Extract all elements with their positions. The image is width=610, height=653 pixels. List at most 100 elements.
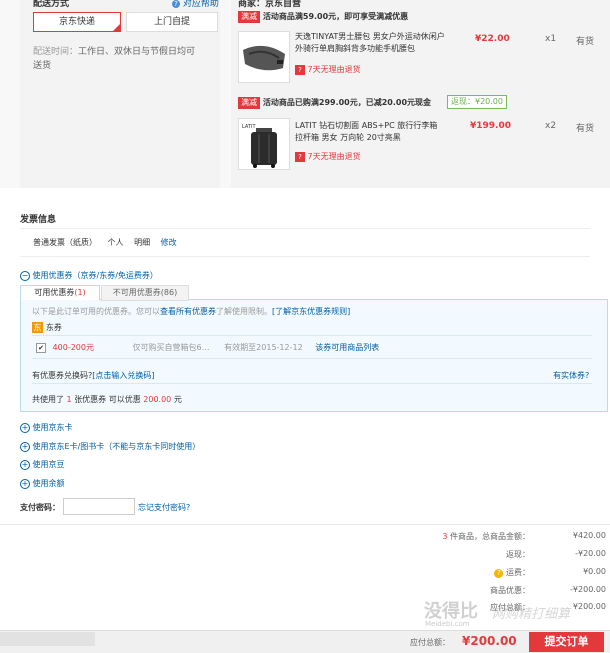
- product-2-stock: 有货: [576, 124, 595, 134]
- coupon-toggle-label: 使用优惠券（京券/东券/免运费券）: [32, 271, 158, 280]
- product-1-stock: 有货: [576, 37, 595, 47]
- tab-unusable-coupons[interactable]: 不可用优惠券(86): [101, 285, 189, 301]
- help-icon: ?: [172, 0, 180, 8]
- coupon-hint-mid: 了解使用限制。: [216, 307, 272, 316]
- invoice-detail: 明细: [134, 238, 151, 247]
- plus-icon: +: [20, 478, 30, 489]
- coupon-value: 400-200元: [52, 343, 94, 352]
- product-2-brand: LATIT: [242, 124, 256, 130]
- discount-value: -¥200.00: [570, 585, 606, 594]
- invoice-row: 普通发票（纸质） 个人 明细 修改: [33, 237, 177, 248]
- coupon-hint-prefix: 以下是此订单可用的优惠券。您可以: [32, 307, 160, 316]
- product-2-name[interactable]: LATIT 钻石切割面 ABS+PC 旅行行李箱 拉杆箱 男女 万向轮 20寸亮…: [295, 120, 445, 144]
- coupon-expiry: 有效期至2015-12-12: [224, 343, 303, 352]
- coupon-row-divider: [32, 383, 592, 384]
- bottom-due-label: 应付总额：: [410, 638, 450, 647]
- help-link-label: 对应帮助: [182, 0, 219, 9]
- plus-icon: +: [20, 422, 30, 433]
- promo-1-text: 活动商品满59.00元，即可享受满减优惠: [262, 12, 409, 21]
- freight-value: ¥0.00: [583, 567, 606, 576]
- coupon-products-link[interactable]: 该券可用商品列表: [315, 343, 379, 352]
- invoice-title: 发票信息: [20, 215, 57, 225]
- summary-b: 张优惠券 可以优惠: [74, 395, 141, 404]
- promo-2-saved: 返现：¥20.00: [447, 95, 507, 109]
- coupon-item[interactable]: ✔ 400-200元 仅可购买自营箱包6… 有效期至2015-12-12 该券可…: [36, 342, 379, 353]
- physical-coupon-link[interactable]: 有实体券?: [553, 370, 589, 381]
- goods-total-label-text: 件商品，总商品金额：: [450, 532, 530, 541]
- view-all-coupons-link[interactable]: 查看所有优惠券: [160, 307, 216, 316]
- use-jd-card[interactable]: + 使用京东卡: [20, 422, 73, 433]
- plus-icon: +: [20, 459, 30, 470]
- invoice-edit-link[interactable]: 修改: [161, 238, 177, 247]
- help-icon[interactable]: ?: [494, 569, 504, 578]
- use-jd-card-label: 使用京东卡: [32, 423, 73, 432]
- shipping-title: 配送方式: [33, 0, 70, 9]
- use-balance[interactable]: + 使用余额: [20, 478, 65, 489]
- dong-badge-icon: 东: [32, 322, 43, 333]
- shipping-help-link[interactable]: ? 对应帮助: [172, 0, 219, 9]
- coupon-toggle[interactable]: − 使用优惠券（京券/东券/免运费券）: [20, 270, 158, 281]
- plus-icon: +: [20, 441, 30, 452]
- use-balance-label: 使用余额: [32, 479, 65, 488]
- bottom-due-value: ¥200.00: [462, 634, 517, 648]
- tab-usable-coupons[interactable]: 可用优惠券(1): [20, 285, 100, 301]
- summary-count: 1: [66, 395, 72, 404]
- returns-icon: ?: [295, 152, 305, 162]
- discount-label: 商品优惠：: [490, 586, 530, 595]
- promo-2: 满减 活动商品已购满299.00元，已减20.00元现金: [238, 97, 431, 109]
- product-2-returns-text: 7天无理由退货: [307, 152, 361, 161]
- returns-icon: ?: [295, 65, 305, 75]
- product-1-qty: x1: [545, 34, 557, 44]
- coupon-summary: 共使用了 1 张优惠券 可以优惠 200.00 元: [32, 394, 182, 405]
- dong-coupon-header: 东 东券: [32, 322, 62, 333]
- coupon-desc: 仅可购买自营箱包6…: [132, 343, 210, 352]
- totals-divider: [0, 524, 610, 525]
- redeem-prefix: 有优惠券兑换码?: [32, 371, 93, 380]
- tab-usable-count: (1): [74, 288, 86, 297]
- shipping-option-jd-label: 京东快递: [58, 17, 95, 27]
- invoice-divider: [20, 228, 590, 229]
- dong-label: 东券: [45, 323, 62, 332]
- shipping-time: 配送时间：工作日、双休日与节假日均可送货: [33, 45, 203, 73]
- redeem-code-row: 有优惠券兑换码?[点击输入兑换码]: [32, 370, 155, 381]
- summary-c: 元: [173, 395, 182, 404]
- use-ecard[interactable]: + 使用京东E卡/图书卡（不能与京东卡同时使用）: [20, 441, 200, 452]
- minus-icon: −: [20, 270, 30, 281]
- pay-password-label: 支付密码：: [20, 503, 60, 512]
- product-1-image[interactable]: [238, 31, 290, 83]
- coupon-hint: 以下是此订单可用的优惠券。您可以查看所有优惠券了解使用限制。[了解京东优惠券规则…: [32, 306, 350, 317]
- use-ecard-label: 使用京东E卡/图书卡（不能与京东卡同时使用）: [32, 442, 201, 451]
- use-jd-beans[interactable]: + 使用京豆: [20, 459, 65, 470]
- shipping-option-self-label: 上门自提: [153, 17, 190, 27]
- pay-password-input[interactable]: [63, 498, 135, 515]
- product-2-image[interactable]: LATIT: [238, 118, 290, 170]
- product-2-price: ¥199.00: [470, 121, 511, 131]
- forgot-password-link[interactable]: 忘记支付密码?: [138, 502, 190, 513]
- promo-2-tag: 满减: [238, 97, 260, 109]
- summary-amount: 200.00: [143, 395, 172, 404]
- coupon-divider: [20, 256, 590, 257]
- store-header: 商家：京东自营: [238, 0, 302, 9]
- product-2-qty: x2: [545, 121, 557, 131]
- product-1-name[interactable]: 天逸TINYAT男士腰包 男女户外运动休闲户外骑行单肩胸斜背多功能手机腰包: [295, 31, 445, 55]
- product-1-price: ¥22.00: [475, 34, 510, 44]
- freight-label: ? 运费：: [440, 567, 530, 578]
- waist-bag-icon: [243, 45, 285, 71]
- bottom-scroll-area: [0, 632, 95, 646]
- promo-2-text: 活动商品已购满299.00元，已减20.00元现金: [262, 98, 432, 107]
- product-2-returns: ? 7天无理由退货: [295, 151, 361, 162]
- tab-usable-label: 可用优惠券: [34, 288, 75, 297]
- promo-1-tag: 满减: [238, 11, 260, 23]
- shipping-option-self[interactable]: 上门自提: [126, 12, 218, 32]
- item-count: 3: [442, 532, 448, 541]
- cashback-value: -¥20.00: [575, 549, 606, 558]
- watermark-url: Meidebi.com: [425, 620, 470, 628]
- invoice-who: 个人: [107, 238, 124, 247]
- submit-order-button[interactable]: 提交订单: [529, 632, 604, 652]
- coupon-checkbox[interactable]: ✔: [36, 342, 46, 353]
- freight-label-text: 运费：: [506, 568, 530, 577]
- shipping-option-jd[interactable]: 京东快递: [33, 12, 121, 32]
- coupon-rules-link[interactable]: [了解京东优惠券规则]: [272, 307, 350, 316]
- product-1-returns: ? 7天无理由退货: [295, 64, 361, 75]
- redeem-code-link[interactable]: [点击输入兑换码]: [92, 371, 154, 380]
